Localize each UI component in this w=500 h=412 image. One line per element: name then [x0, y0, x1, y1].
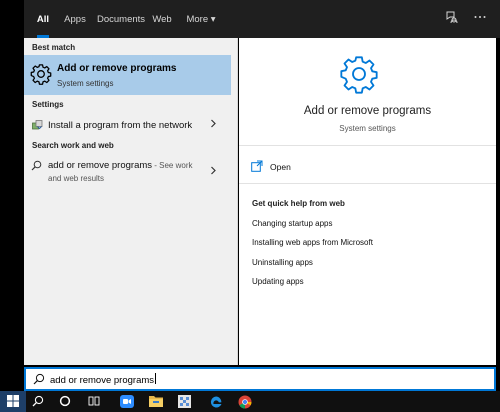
gear-icon	[340, 56, 378, 94]
file-explorer-icon[interactable]	[143, 391, 169, 412]
chrome-icon[interactable]	[232, 391, 258, 412]
preview-title: Add or remove programs	[303, 105, 432, 117]
help-link-uninstall[interactable]: Uninstalling apps	[252, 258, 313, 267]
best-match-subtitle: System settings	[57, 79, 114, 88]
quick-help-title: Get quick help from web	[252, 199, 345, 208]
install-program-label: Install a program from the network	[48, 120, 193, 131]
chevron-right-icon[interactable]	[210, 166, 217, 178]
open-icon	[251, 160, 263, 172]
start-search-window: All Apps Documents Web More ▾ Best match…	[24, 0, 500, 367]
windows-start-icon[interactable]	[0, 391, 26, 412]
preview-pane: Add or remove programs System settings O…	[239, 38, 496, 365]
web-search-result[interactable]: add or remove programs - See work and we…	[24, 158, 231, 186]
edge-icon[interactable]	[203, 391, 229, 412]
web-result-line2: and web results	[48, 174, 105, 183]
section-web-title: Search work and web	[32, 141, 114, 150]
web-result-suffix: - See work	[152, 161, 193, 170]
web-result-line1: add or remove programs - See work	[48, 160, 193, 171]
more-options-icon[interactable]	[471, 10, 489, 28]
open-label: Open	[270, 162, 291, 172]
help-link-update[interactable]: Updating apps	[252, 277, 304, 286]
tab-documents[interactable]: Documents	[97, 0, 145, 38]
feedback-icon[interactable]	[442, 10, 460, 28]
help-link-web-apps[interactable]: Installing web apps from Microsoft	[252, 238, 373, 247]
task-view-icon[interactable]	[82, 391, 108, 412]
search-input[interactable]: add or remove programs	[24, 367, 496, 391]
divider	[239, 183, 496, 184]
search-icon	[33, 373, 45, 385]
tab-more[interactable]: More ▾	[184, 0, 218, 38]
tab-more-label: More	[186, 14, 209, 25]
app-icon[interactable]	[172, 391, 198, 412]
tab-web[interactable]: Web	[152, 0, 172, 38]
search-query: add or remove programs	[50, 373, 157, 386]
cortana-icon[interactable]	[53, 391, 79, 412]
search-icon	[31, 160, 42, 171]
install-program-icon	[32, 120, 43, 130]
best-match-title: Add or remove programs	[57, 63, 177, 74]
search-icon[interactable]	[26, 391, 52, 412]
settings-result-install-program[interactable]: Install a program from the network	[24, 116, 231, 136]
help-link-startup[interactable]: Changing startup apps	[252, 219, 333, 228]
section-settings-title: Settings	[32, 100, 64, 109]
chevron-down-icon: ▾	[210, 14, 216, 25]
taskbar	[0, 391, 500, 412]
zoom-icon[interactable]	[114, 391, 140, 412]
web-result-query: add or remove programs	[48, 160, 153, 171]
text-caret	[155, 373, 157, 384]
results-pane: Best match Add or remove programs System…	[24, 38, 238, 365]
preview-subtitle: System settings	[339, 124, 396, 133]
tab-all[interactable]: All	[33, 0, 53, 38]
search-scope-tabs: All Apps Documents Web More ▾	[24, 0, 500, 38]
gear-icon	[30, 64, 52, 85]
search-query-text: add or remove programs	[50, 375, 155, 386]
chevron-right-icon[interactable]	[210, 119, 217, 131]
tab-apps[interactable]: Apps	[63, 0, 87, 38]
section-best-match-title: Best match	[32, 43, 76, 52]
best-match-result[interactable]: Add or remove programs System settings	[24, 55, 231, 95]
divider	[239, 145, 496, 146]
